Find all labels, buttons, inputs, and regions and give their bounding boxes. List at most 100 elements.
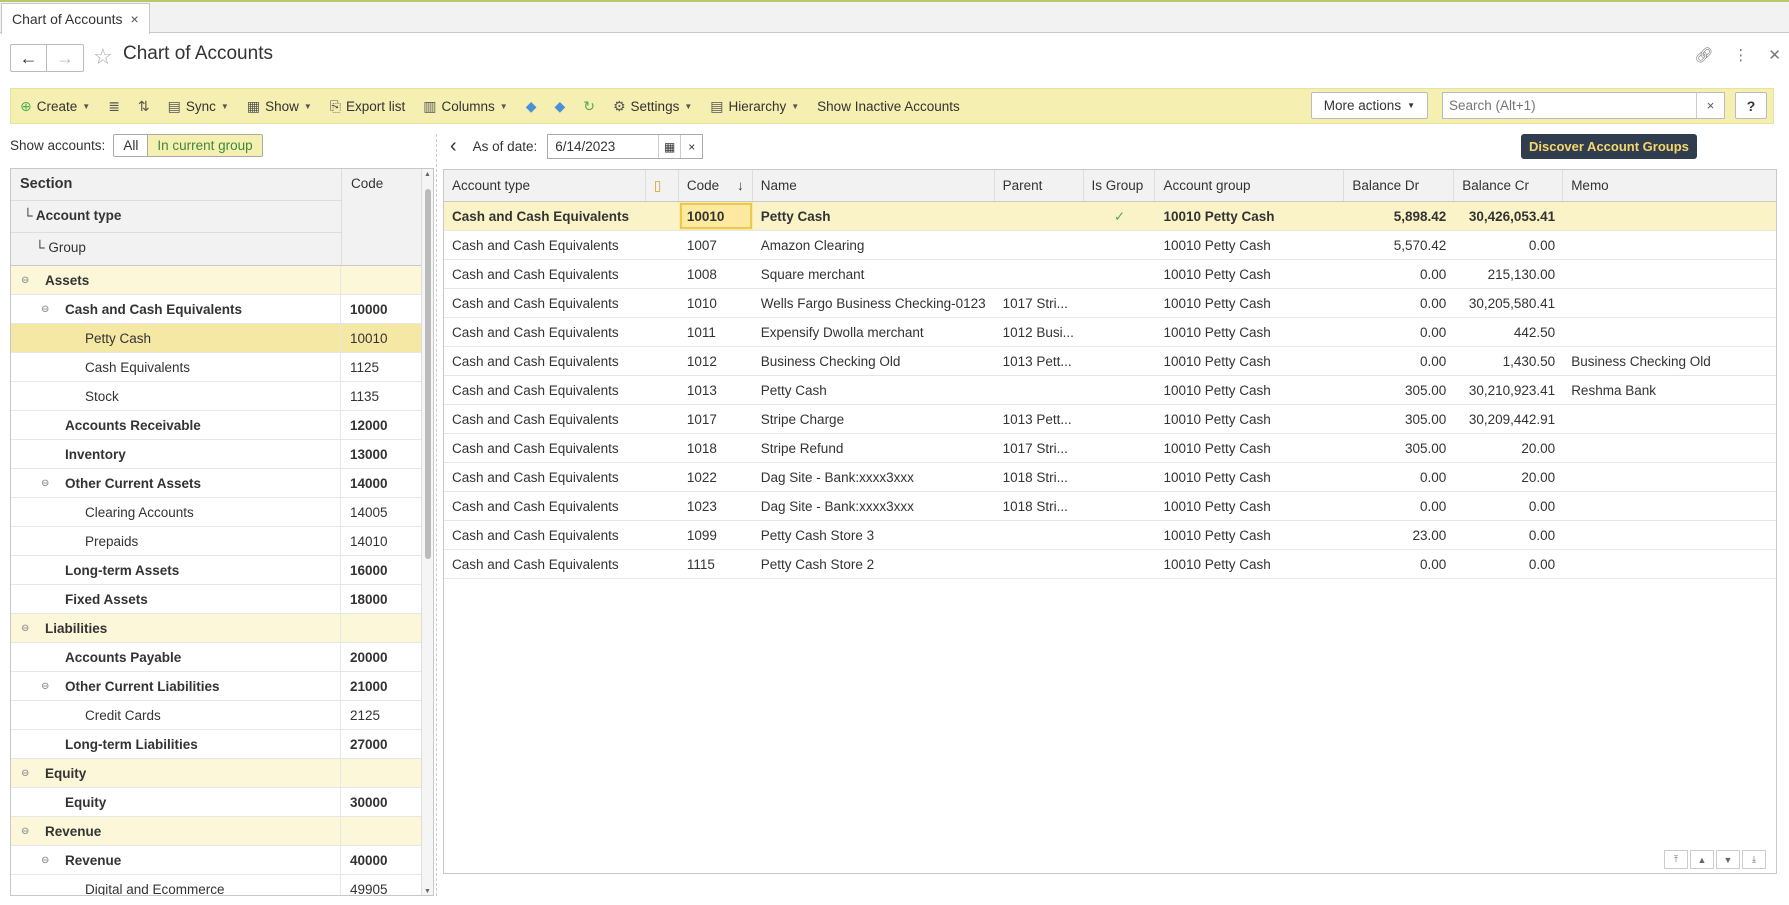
tree-row[interactable]: Fixed Assets 18000 <box>11 585 433 614</box>
table-row[interactable]: Cash and Cash Equivalents 1115 Petty Cash … <box>444 550 1776 579</box>
filter-all-button[interactable]: All <box>114 135 149 156</box>
help-button[interactable]: ? <box>1735 92 1767 119</box>
columns-button[interactable]: ▥ Columns ▼ <box>414 89 516 123</box>
tree-row[interactable]: Stock 1135 <box>11 382 433 411</box>
tree-row[interactable]: Inventory 13000 <box>11 440 433 469</box>
tree-row[interactable]: Cash Equivalents 1125 <box>11 353 433 382</box>
table-row[interactable]: Cash and Cash Equivalents 10010 Petty Cash… <box>444 202 1776 231</box>
column-header[interactable]: Memo <box>1563 170 1776 201</box>
hierarchy-button[interactable]: ▤ Hierarchy ▼ <box>701 89 808 123</box>
table-row[interactable]: Cash and Cash Equivalents 1007 Amazon Clea… <box>444 231 1776 260</box>
collapse-toggle-icon[interactable]: ⊖ <box>41 681 49 692</box>
collapse-panel-icon[interactable]: ‹ <box>450 135 457 158</box>
column-header[interactable]: Parent <box>995 170 1084 201</box>
column-header[interactable]: Is Group <box>1084 170 1156 201</box>
tree-row[interactable]: Accounts Receivable 12000 <box>11 411 433 440</box>
table-row[interactable]: Cash and Cash Equivalents 1017 Stripe Char… <box>444 405 1776 434</box>
column-header[interactable]: Name <box>753 170 995 201</box>
table-row[interactable]: Cash and Cash Equivalents 1008 Square merc… <box>444 260 1776 289</box>
column-header[interactable]: Account type <box>444 170 646 201</box>
refresh-button[interactable]: ↻ <box>574 89 604 123</box>
show-button[interactable]: ▦ Show ▼ <box>238 89 321 123</box>
collapse-toggle-icon[interactable]: ⊖ <box>41 855 49 866</box>
tree-row[interactable]: ⊖ Other Current Liabilities 21000 <box>11 672 433 701</box>
star-icon[interactable]: ☆ <box>93 44 113 70</box>
show-inactive-button[interactable]: Show Inactive Accounts <box>808 89 969 123</box>
table-row[interactable]: Cash and Cash Equivalents 1022 Dag Site - … <box>444 463 1776 492</box>
tree-header-code[interactable]: Code <box>341 169 423 265</box>
tree-row[interactable]: Equity 30000 <box>11 788 433 817</box>
move-left-button[interactable]: ◆ <box>517 89 546 123</box>
tree-row[interactable]: Long-term Assets 16000 <box>11 556 433 585</box>
tree-row[interactable]: ⊖ Revenue <box>11 817 433 846</box>
calendar-icon[interactable]: ▦ <box>658 135 680 158</box>
list-mode-button[interactable]: ≣ <box>99 89 129 123</box>
collapse-toggle-icon[interactable]: ⊖ <box>21 275 29 286</box>
sync-button[interactable]: ▤ Sync ▼ <box>159 89 238 123</box>
table-cell: 1115 <box>686 557 715 572</box>
move-right-button[interactable]: ◆ <box>545 89 574 123</box>
more-actions-button[interactable]: More actions ▼ <box>1310 92 1428 119</box>
tab-chart-of-accounts[interactable]: Chart of Accounts × <box>1 3 150 34</box>
clear-date-icon[interactable]: × <box>680 135 702 158</box>
tree-scrollbar[interactable]: ▲ ▼ <box>421 169 433 895</box>
table-row[interactable]: Cash and Cash Equivalents 1018 Stripe Refu… <box>444 434 1776 463</box>
tree-row[interactable]: ⊖ Assets <box>11 266 433 295</box>
tree-row[interactable]: ⊖ Equity <box>11 759 433 788</box>
tree-header-section[interactable]: Section <box>11 169 341 201</box>
export-list-button[interactable]: ⎘ Export list <box>321 89 414 123</box>
back-arrow-icon[interactable]: ← <box>11 45 47 71</box>
table-row[interactable]: Cash and Cash Equivalents 1011 Expensify D… <box>444 318 1776 347</box>
create-button[interactable]: ⊕ Create ▼ <box>11 89 99 123</box>
tree-header-group[interactable]: └ Group <box>11 233 341 265</box>
column-header[interactable]: ▯ <box>646 170 679 201</box>
tree-row[interactable]: Petty Cash 10010 <box>11 324 433 353</box>
column-header[interactable]: Account group <box>1155 170 1345 201</box>
forward-arrow-icon[interactable]: → <box>47 45 83 71</box>
clear-search-icon[interactable]: × <box>1696 93 1724 118</box>
panel-splitter[interactable] <box>436 134 437 896</box>
tree-row[interactable]: ⊖ Revenue 40000 <box>11 846 433 875</box>
tree-header-account-type[interactable]: └ Account type <box>11 201 341 233</box>
collapse-toggle-icon[interactable]: ⊖ <box>41 478 49 489</box>
tree-row[interactable]: Accounts Payable 20000 <box>11 643 433 672</box>
column-header[interactable]: Balance Cr <box>1454 170 1564 201</box>
close-window-icon[interactable]: ✕ <box>1768 46 1781 64</box>
collapse-toggle-icon[interactable]: ⊖ <box>21 623 29 634</box>
discover-account-groups-badge[interactable]: Discover Account Groups <box>1521 134 1697 159</box>
collapse-toggle-icon[interactable]: ⊖ <box>21 768 29 779</box>
scroll-up-icon[interactable]: ▲ <box>424 171 431 178</box>
tree-row[interactable]: ⊖ Liabilities <box>11 614 433 643</box>
scroll-thumb[interactable] <box>425 189 431 559</box>
scroll-next-icon[interactable]: ▼ <box>1716 850 1740 869</box>
table-row[interactable]: Cash and Cash Equivalents 1023 Dag Site - … <box>444 492 1776 521</box>
filter-current-group-button[interactable]: In current group <box>148 135 262 156</box>
scroll-down-icon[interactable]: ▼ <box>424 888 431 895</box>
more-vert-icon[interactable]: ⋮ <box>1733 46 1748 64</box>
scroll-bottom-icon[interactable]: ⤓ <box>1742 850 1766 869</box>
collapse-toggle-icon[interactable]: ⊖ <box>41 304 49 315</box>
table-row[interactable]: Cash and Cash Equivalents 1010 Wells Fargo… <box>444 289 1776 318</box>
settings-button[interactable]: ⚙ Settings ▼ <box>604 89 701 123</box>
sort-desc-icon[interactable]: ↓ <box>737 178 744 193</box>
close-icon[interactable]: × <box>131 11 139 27</box>
table-row[interactable]: Cash and Cash Equivalents 1013 Petty Cash 1… <box>444 376 1776 405</box>
scroll-top-icon[interactable]: ⤒ <box>1664 850 1688 869</box>
tree-row[interactable]: ⊖ Other Current Assets 14000 <box>11 469 433 498</box>
tree-row[interactable]: Long-term Liabilities 27000 <box>11 730 433 759</box>
tree-row[interactable]: Clearing Accounts 14005 <box>11 498 433 527</box>
tree-row[interactable]: Digital and Ecommerce 49905 <box>11 875 433 895</box>
column-header[interactable]: Balance Dr <box>1344 170 1455 201</box>
search-input[interactable] <box>1443 93 1693 118</box>
table-row[interactable]: Cash and Cash Equivalents 1012 Business Ch… <box>444 347 1776 376</box>
as-of-date-input[interactable]: 6/14/2023 <box>548 135 658 158</box>
tree-row[interactable]: Credit Cards 2125 <box>11 701 433 730</box>
link-icon[interactable]: 🔗︎ <box>1694 46 1713 64</box>
column-header[interactable]: Code ↓ <box>679 170 753 201</box>
sort-button[interactable]: ⇅ <box>129 89 159 123</box>
tree-row[interactable]: Prepaids 14010 <box>11 527 433 556</box>
scroll-prev-icon[interactable]: ▲ <box>1690 850 1714 869</box>
tree-row[interactable]: ⊖ Cash and Cash Equivalents 10000 <box>11 295 433 324</box>
collapse-toggle-icon[interactable]: ⊖ <box>21 826 29 837</box>
table-row[interactable]: Cash and Cash Equivalents 1099 Petty Cash … <box>444 521 1776 550</box>
